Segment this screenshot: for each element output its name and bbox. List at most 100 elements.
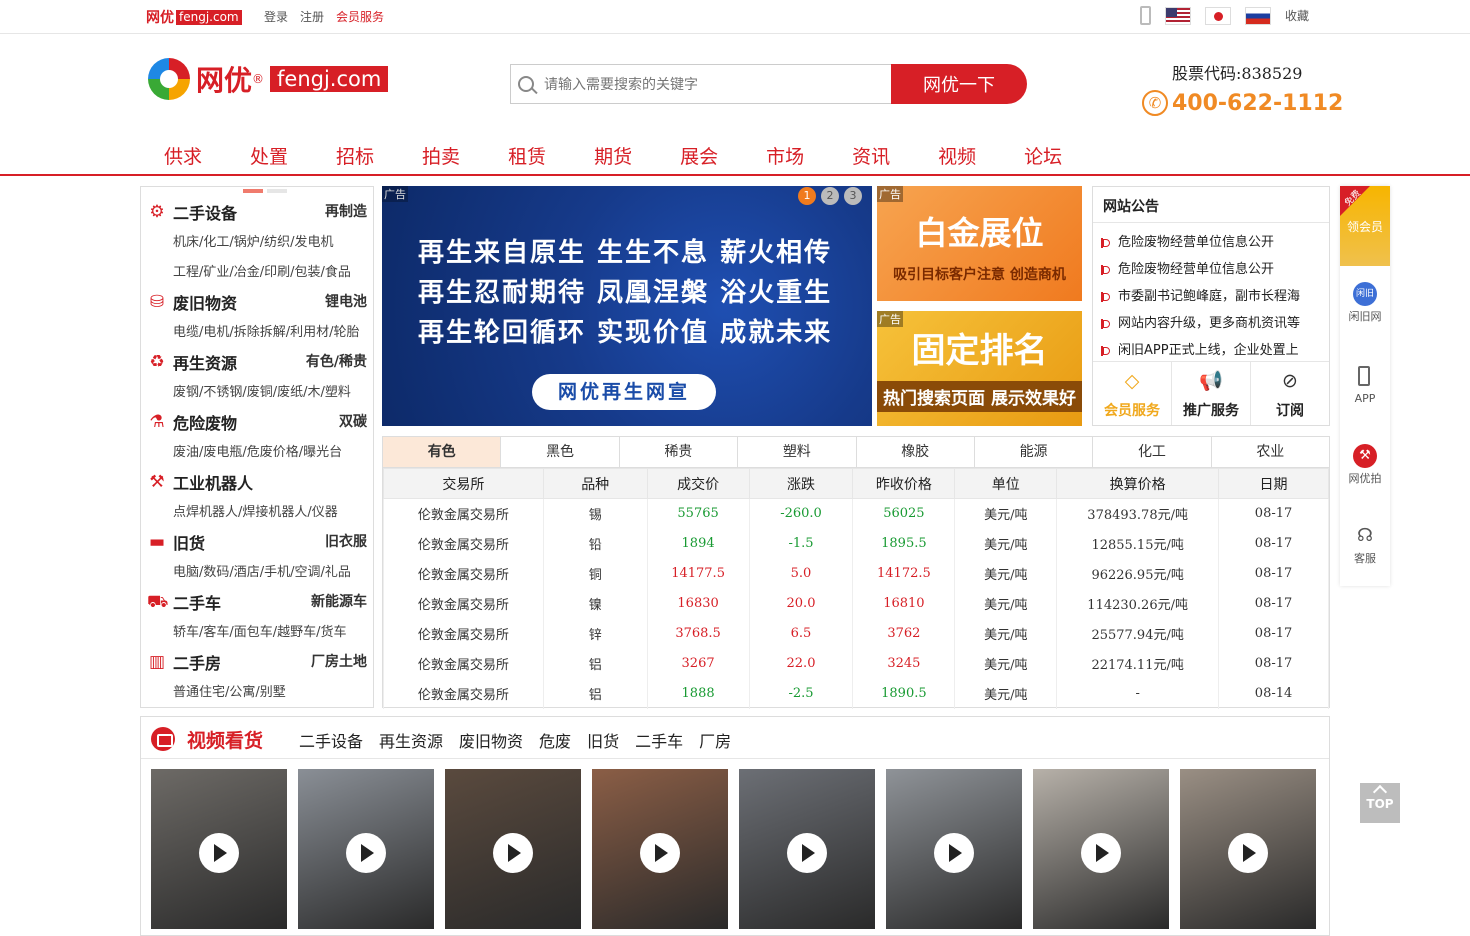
category-name[interactable]: 再生资源: [173, 350, 237, 374]
promotion-service-button[interactable]: 📢 推广服务: [1172, 362, 1251, 425]
category-second-hand-goods[interactable]: ▬ 旧货 旧衣服 电脑/数码/酒店/手机/空调/礼品: [141, 521, 373, 581]
tab-chemical[interactable]: 化工: [1093, 437, 1212, 467]
category-waste-materials[interactable]: ⛁ 废旧物资 锂电池 电缆/电机/拆除拆解/利用材/轮胎: [141, 281, 373, 341]
nav-item-disposal[interactable]: 处置: [250, 142, 288, 169]
member-service-link[interactable]: 会员服务: [336, 8, 384, 25]
video-title[interactable]: 视频看货: [187, 726, 263, 753]
app-link[interactable]: APP: [1340, 366, 1390, 436]
nav-item-futures[interactable]: 期货: [594, 142, 632, 169]
video-tab[interactable]: 二手车: [635, 728, 683, 752]
category-renewable[interactable]: ♻ 再生资源 有色/稀贵 废钢/不锈钢/废铜/废纸/木/塑料: [141, 341, 373, 401]
table-row[interactable]: 伦敦金属交易所铝 1888 -2.5 1890.5 美元/吨 -08-14: [383, 678, 1329, 709]
nav-item-forum[interactable]: 论坛: [1024, 142, 1062, 169]
video-thumbnail[interactable]: [298, 769, 434, 929]
banner-dot[interactable]: 1: [798, 187, 816, 205]
video-tab[interactable]: 危废: [539, 728, 571, 752]
category-sub[interactable]: 点焊机器人/焊接机器人/仪器: [173, 501, 338, 520]
table-row[interactable]: 伦敦金属交易所锌 3768.5 6.5 3762 美元/吨 25577.94元/吨 08-1…: [383, 618, 1329, 649]
category-name[interactable]: 二手房: [173, 650, 221, 674]
category-sub[interactable]: 工程/矿业/冶金/印刷/包装/食品: [173, 261, 351, 280]
category-name[interactable]: 危险废物: [173, 410, 237, 434]
nav-item-video[interactable]: 视频: [938, 142, 976, 169]
category-extra[interactable]: 新能源车: [311, 591, 367, 611]
tab-energy[interactable]: 能源: [975, 437, 1094, 467]
video-thumbnail[interactable]: [151, 769, 287, 929]
banner-dot[interactable]: 3: [844, 187, 862, 205]
nav-item-news[interactable]: 资讯: [852, 142, 890, 169]
play-icon[interactable]: [1228, 833, 1268, 873]
category-extra[interactable]: 再制造: [325, 201, 367, 221]
register-link[interactable]: 注册: [300, 8, 324, 25]
category-sub[interactable]: 废钢/不锈钢/废铜/废纸/木/塑料: [173, 381, 351, 400]
tab-agriculture[interactable]: 农业: [1212, 437, 1329, 467]
search-button[interactable]: 网优一下: [891, 64, 1027, 104]
video-tab[interactable]: 废旧物资: [459, 728, 523, 752]
category-sub[interactable]: 电脑/数码/酒店/手机/空调/礼品: [173, 561, 351, 580]
japan-flag-icon[interactable]: [1205, 6, 1231, 25]
xianjiu-link[interactable]: 闲旧 闲旧网: [1340, 282, 1390, 352]
play-icon[interactable]: [1081, 833, 1121, 873]
category-name[interactable]: 二手车: [173, 590, 221, 614]
table-row[interactable]: 伦敦金属交易所镍 16830 20.0 16810 美元/吨 114230.26元/吨 08…: [383, 588, 1329, 619]
category-name[interactable]: 废旧物资: [173, 290, 237, 314]
tab-ferrous[interactable]: 黑色: [501, 437, 620, 467]
notice-item[interactable]: 危险废物经营单位信息公开: [1101, 256, 1300, 283]
video-thumbnail[interactable]: [592, 769, 728, 929]
tab-plastics[interactable]: 塑料: [738, 437, 857, 467]
category-name[interactable]: 工业机器人: [173, 470, 253, 494]
us-flag-icon[interactable]: [1165, 6, 1191, 25]
get-membership-button[interactable]: 免费 领会员: [1340, 186, 1390, 266]
russia-flag-icon[interactable]: [1245, 6, 1271, 25]
wangyou-auction-link[interactable]: ⚒ 网优拍: [1340, 444, 1390, 514]
video-thumbnail[interactable]: [1180, 769, 1316, 929]
search-input[interactable]: [544, 76, 874, 92]
nav-item-supply[interactable]: 供求: [164, 142, 202, 169]
play-icon[interactable]: [493, 833, 533, 873]
back-to-top-button[interactable]: TOP: [1360, 783, 1400, 823]
category-extra[interactable]: 旧衣服: [325, 531, 367, 551]
banner-dot[interactable]: 2: [821, 187, 839, 205]
category-sub[interactable]: 轿车/客车/面包车/越野车/货车: [173, 621, 347, 640]
category-robots[interactable]: ⚒ 工业机器人 点焊机器人/焊接机器人/仪器: [141, 461, 373, 521]
notice-item[interactable]: 危险废物经营单位信息公开: [1101, 229, 1300, 256]
member-service-button[interactable]: ◇ 会员服务: [1093, 362, 1172, 425]
tab-nonferrous[interactable]: 有色: [383, 437, 502, 467]
video-thumbnail[interactable]: [739, 769, 875, 929]
main-banner[interactable]: 广告 1 2 3 再生来自原生 生生不息 薪火相传 再生忍耐期待 凤凰涅槃 浴火…: [382, 186, 872, 426]
nav-item-exhibition[interactable]: 展会: [680, 142, 718, 169]
notice-item[interactable]: 市委副书记鲍峰庭，副市长程海: [1101, 283, 1300, 310]
play-icon[interactable]: [346, 833, 386, 873]
video-thumbnail[interactable]: [1033, 769, 1169, 929]
category-sub[interactable]: 废油/废电瓶/危废价格/曝光台: [173, 441, 342, 460]
table-row[interactable]: 伦敦金属交易所铜 14177.5 5.0 14172.5 美元/吨 96226.95元/吨…: [383, 558, 1329, 589]
ad-platinum-booth[interactable]: 广告 白金展位 吸引目标客户注意 创造商机: [877, 186, 1082, 301]
nav-item-market[interactable]: 市场: [766, 142, 804, 169]
table-row[interactable]: 伦敦金属交易所铝 3267 22.0 3245 美元/吨 22174.11元/吨 08-17: [383, 648, 1329, 679]
mini-logo[interactable]: 网优 fengj.com: [146, 8, 242, 26]
tab-rubber[interactable]: 橡胶: [857, 437, 975, 467]
category-extra[interactable]: 锂电池: [325, 291, 367, 311]
site-logo[interactable]: 网优 ® fengj.com: [148, 58, 389, 100]
video-thumbnail[interactable]: [445, 769, 581, 929]
nav-item-auction[interactable]: 拍卖: [422, 142, 460, 169]
ad-fixed-ranking[interactable]: 广告 固定排名 热门搜索页面 展示效果好: [877, 311, 1082, 426]
category-sub[interactable]: 普通住宅/公寓/别墅: [173, 681, 286, 700]
category-name[interactable]: 旧货: [173, 530, 205, 554]
mobile-phone-icon[interactable]: [1140, 6, 1151, 25]
nav-item-tender[interactable]: 招标: [336, 142, 374, 169]
category-extra[interactable]: 厂房土地: [311, 651, 367, 671]
tab-precious[interactable]: 稀贵: [620, 437, 739, 467]
category-hazardous[interactable]: ⚗ 危险废物 双碳 废油/废电瓶/危废价格/曝光台: [141, 401, 373, 461]
notice-item[interactable]: 网站内容升级，更多商机资讯等: [1101, 310, 1300, 337]
video-tab[interactable]: 旧货: [587, 728, 619, 752]
video-tab[interactable]: 再生资源: [379, 728, 443, 752]
category-extra[interactable]: 有色/稀贵: [306, 351, 367, 371]
notice-item[interactable]: 闲旧APP正式上线，企业处置上: [1101, 337, 1300, 364]
category-used-cars[interactable]: ⛟ 二手车 新能源车 轿车/客车/面包车/越野车/货车: [141, 581, 373, 641]
login-link[interactable]: 登录: [264, 8, 288, 25]
play-icon[interactable]: [199, 833, 239, 873]
video-thumbnail[interactable]: [886, 769, 1022, 929]
customer-service-link[interactable]: ☊ 客服: [1340, 524, 1390, 594]
table-row[interactable]: 伦敦金属交易所锡 55765 -260.0 56025 美元/吨 378493.78元/吨…: [383, 498, 1329, 529]
video-tab[interactable]: 厂房: [699, 728, 731, 752]
